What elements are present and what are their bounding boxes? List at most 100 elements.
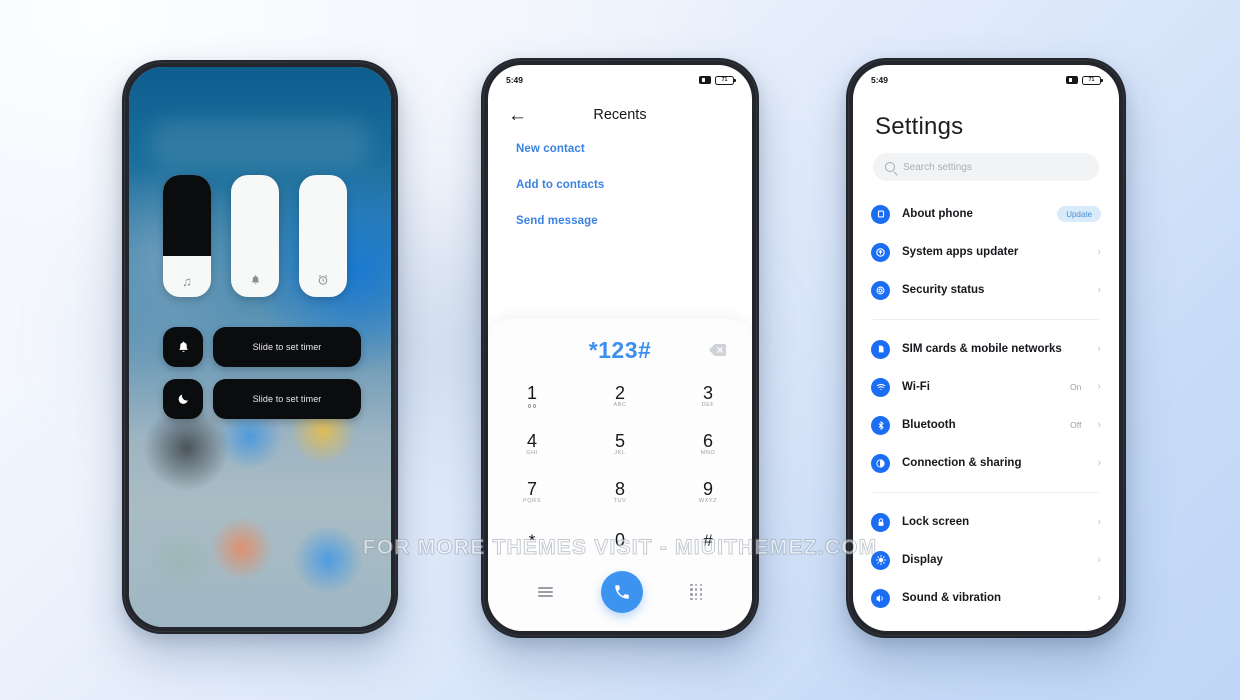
signal-icon	[699, 76, 711, 84]
key-letters: ABC	[613, 401, 627, 408]
settings-group-3: Lock screen › Display › Sound & vibratio…	[853, 499, 1119, 621]
key-letters: PQRS	[523, 497, 541, 504]
sidebar-item-value: On	[1069, 382, 1082, 392]
sidebar-item-bluetooth[interactable]: Bluetooth Off ›	[853, 406, 1119, 444]
dial-key-star[interactable]: *	[488, 517, 576, 563]
dialed-number: *123#	[588, 336, 652, 363]
dialer-screen: 5:49 71 ← Recents New contact Add to con…	[488, 65, 752, 631]
slide-to-set-timer-ring[interactable]: Slide to set timer	[213, 327, 361, 367]
sidebar-item-label: Bluetooth	[902, 419, 956, 431]
settings-screen: 5:49 71 Settings Search settings About p…	[853, 65, 1119, 631]
dialpad-card: *123# 1 2 ABC 3 DEF 4 GHI 5 JKL 6 MNO 7 …	[488, 319, 752, 631]
sidebar-item-lock-screen[interactable]: Lock screen ›	[853, 503, 1119, 541]
key-letters: DEF	[701, 401, 715, 408]
status-bar-mid: 5:49 71	[488, 65, 752, 91]
backspace-icon[interactable]	[709, 344, 726, 356]
sidebar-item-label: Connection & sharing	[902, 457, 1022, 469]
page-title: Recents	[593, 107, 647, 123]
volume-slider-media[interactable]: ♫	[163, 175, 211, 297]
security-shield-icon	[871, 280, 890, 300]
phone-call-icon[interactable]	[600, 571, 643, 613]
sidebar-item-label: Sound & vibration	[902, 592, 1002, 604]
dial-key-9[interactable]: 9 WXYZ	[664, 469, 752, 515]
page-title: Settings	[875, 113, 964, 140]
dial-key-6[interactable]: 6 MNO	[664, 421, 752, 467]
dial-key-2[interactable]: 2 ABC	[576, 373, 664, 419]
dial-key-hash[interactable]: #	[664, 517, 752, 563]
dial-key-0[interactable]: 0	[576, 517, 664, 563]
link-add-to-contacts[interactable]: Add to contacts	[516, 179, 724, 191]
phone-left-volume-panel: ♫ Slide to set timer Slide to set timer	[122, 60, 398, 634]
lock-icon	[871, 512, 890, 532]
dial-key-4[interactable]: 4 GHI	[488, 421, 576, 467]
dial-key-8[interactable]: 8 TUV	[576, 469, 664, 515]
sidebar-item-system-apps-updater[interactable]: System apps updater ›	[853, 233, 1119, 271]
music-note-icon: ♫	[182, 274, 192, 289]
chevron-right-icon: ›	[1097, 418, 1101, 431]
link-send-message[interactable]: Send message	[516, 215, 724, 227]
search-placeholder: Search settings	[903, 161, 972, 173]
status-icons: 71	[699, 75, 736, 85]
status-badge[interactable]: Update	[1057, 206, 1101, 222]
bell-toggle-button[interactable]	[163, 327, 203, 367]
back-arrow-icon[interactable]: ←	[508, 106, 527, 125]
sidebar-item-wifi[interactable]: Wi-Fi On ›	[853, 368, 1119, 406]
slide-to-set-timer-dnd[interactable]: Slide to set timer	[213, 379, 361, 419]
keypad-grid-icon[interactable]	[690, 583, 703, 601]
volume-slider-alarm[interactable]	[299, 175, 347, 297]
key-digit: 5	[614, 430, 625, 451]
sidebar-item-sound-vibration[interactable]: Sound & vibration ›	[853, 579, 1119, 617]
dial-key-1[interactable]: 1	[488, 373, 576, 419]
key-digit: 2	[614, 382, 625, 403]
status-time: 5:49	[506, 75, 524, 85]
key-digit: 8	[614, 478, 625, 499]
key-letters: GHI	[526, 449, 538, 456]
key-digit: *	[528, 530, 536, 550]
timer-toggle-rows: Slide to set timer Slide to set timer	[163, 327, 361, 419]
dialpad-keys: 1 2 ABC 3 DEF 4 GHI 5 JKL 6 MNO 7 PQRS 8…	[488, 373, 752, 563]
key-digit: 9	[702, 478, 713, 499]
sidebar-item-label: Display	[902, 554, 943, 566]
divider	[873, 492, 1099, 493]
chevron-right-icon: ›	[1097, 342, 1101, 355]
dial-key-7[interactable]: 7 PQRS	[488, 469, 576, 515]
key-letters: MNO	[700, 449, 716, 456]
divider	[873, 319, 1099, 320]
phone-right-settings: 5:49 71 Settings Search settings About p…	[846, 58, 1126, 638]
quick-action-links: New contact Add to contacts Send message	[488, 129, 752, 251]
panel-backdrop	[151, 119, 369, 167]
sidebar-item-security-status[interactable]: Security status ›	[853, 271, 1119, 309]
signal-icon	[1066, 76, 1078, 84]
sidebar-item-sim-cards[interactable]: SIM cards & mobile networks ›	[853, 330, 1119, 368]
sidebar-item-label: System apps updater	[902, 246, 1019, 258]
sidebar-item-label: Wi-Fi	[902, 381, 930, 393]
key-digit: 1	[526, 383, 537, 404]
chevron-right-icon: ›	[1097, 380, 1101, 393]
sidebar-item-display[interactable]: Display ›	[853, 541, 1119, 579]
status-icons: 71	[1066, 75, 1103, 85]
link-new-contact[interactable]: New contact	[516, 143, 724, 155]
phone-info-icon	[871, 204, 890, 224]
dial-key-5[interactable]: 5 JKL	[576, 421, 664, 467]
wifi-icon	[871, 377, 890, 397]
toggle-row-dnd: Slide to set timer	[163, 379, 361, 419]
dial-display: *123#	[488, 333, 752, 367]
connection-sharing-icon	[871, 453, 890, 473]
battery-icon: 71	[1082, 75, 1103, 85]
volume-slider-ringtone[interactable]	[231, 175, 279, 297]
moon-toggle-button[interactable]	[163, 379, 203, 419]
sidebar-item-about-phone[interactable]: About phone Update	[853, 195, 1119, 233]
sidebar-item-connection-sharing[interactable]: Connection & sharing ›	[853, 444, 1119, 482]
chevron-right-icon: ›	[1097, 591, 1101, 604]
sidebar-item-label: About phone	[902, 208, 973, 220]
toggle-row-ring: Slide to set timer	[163, 327, 361, 367]
key-digit: 3	[702, 382, 713, 403]
dial-key-3[interactable]: 3 DEF	[664, 373, 752, 419]
search-input[interactable]: Search settings	[873, 153, 1099, 181]
chevron-right-icon: ›	[1097, 553, 1101, 566]
volume-fill-media	[163, 175, 211, 256]
key-digit: #	[703, 530, 713, 550]
battery-icon: 71	[715, 75, 736, 85]
hamburger-menu-icon[interactable]	[537, 586, 553, 598]
volume-sliders: ♫	[163, 175, 347, 297]
